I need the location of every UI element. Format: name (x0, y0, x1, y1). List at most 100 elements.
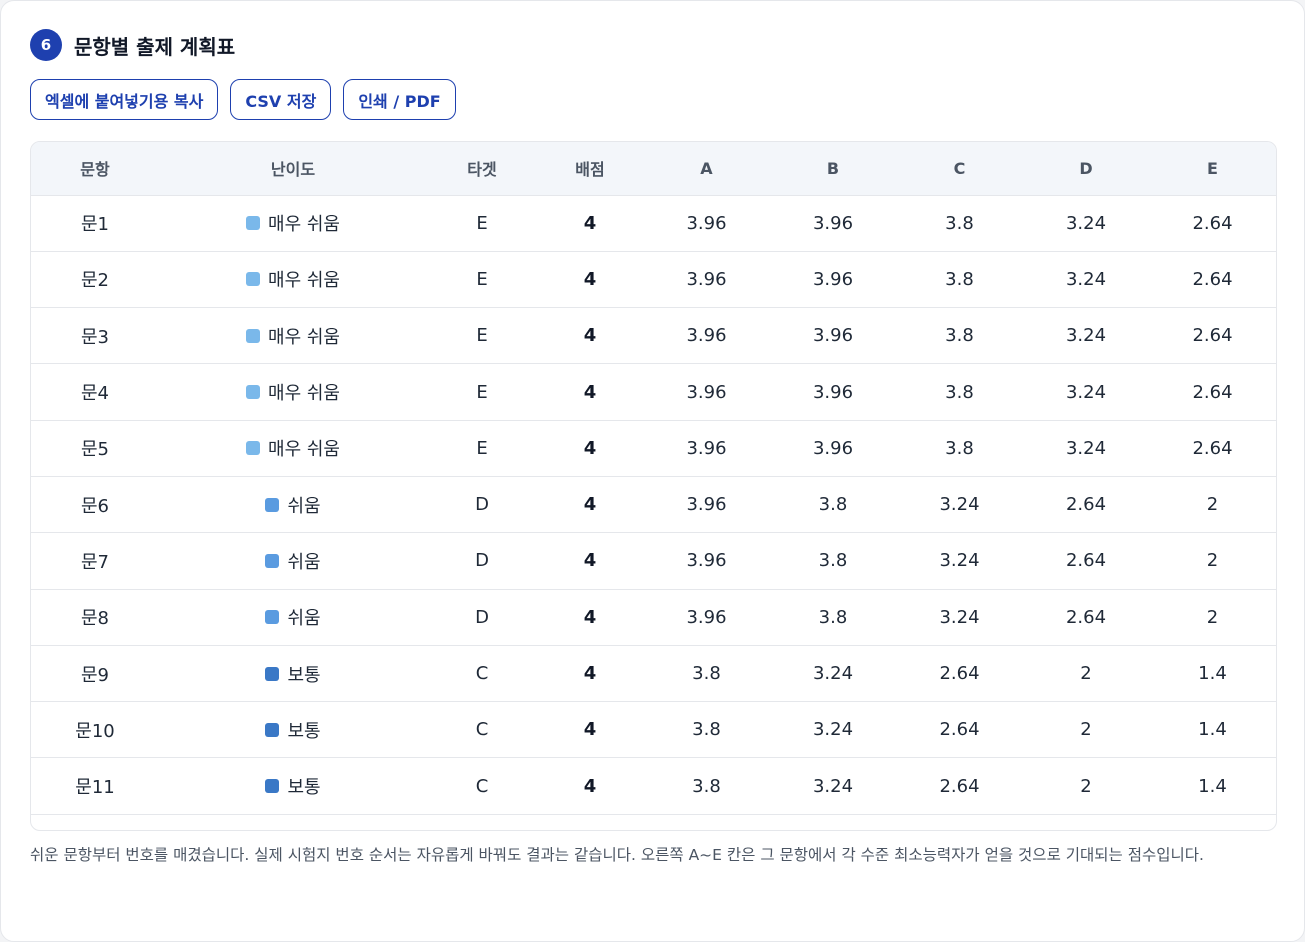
difficulty-label: 매우 쉬움 (246, 435, 340, 461)
level-c-cell: 3.8 (945, 212, 974, 234)
plan-table-container[interactable]: 문항 난이도 타겟 배점 A B C D E 문1 매우 쉬움 E 4 3.96 3.96 3.8 3.24 2… (30, 141, 1277, 831)
difficulty-text: 쉬움 (287, 551, 321, 573)
item-cell: 문6 (80, 495, 109, 517)
level-e-cell: 2.64 (1192, 212, 1233, 234)
table-row: 문4 매우 쉬움 E 4 3.96 3.96 3.8 3.24 2.64 (31, 364, 1276, 421)
score-cell: 4 (583, 268, 597, 290)
level-a-cell: 3.96 (686, 437, 727, 459)
target-cell: D (475, 606, 489, 628)
copy-for-excel-button[interactable]: 엑셀에 붙여넣기용 복사 (30, 79, 219, 120)
difficulty-label: 매우 쉬움 (246, 323, 340, 349)
table-header-row: 문항 난이도 타겟 배점 A B C D E (31, 142, 1276, 196)
section-title: 문항별 출제 계획표 (74, 34, 236, 59)
level-d-cell: 2.64 (1065, 606, 1107, 628)
difficulty-cell: 보통 (159, 702, 427, 758)
level-b-cell: 3.96 (812, 381, 854, 403)
col-target-header: 타겟 (427, 142, 537, 196)
col-d-header: D (1023, 142, 1149, 196)
level-d-cell: 3.24 (1065, 212, 1107, 234)
level-a-cell: 3.96 (686, 325, 727, 347)
level-c-cell: 3.8 (945, 325, 974, 347)
level-b-cell: 3.96 (812, 437, 854, 459)
level-e-cell: 2.64 (1192, 325, 1233, 347)
item-cell: 문1 (80, 214, 109, 236)
score-cell: 4 (583, 719, 597, 741)
target-cell: D (475, 550, 489, 572)
col-a-header: A (643, 142, 770, 196)
difficulty-swatch-icon (265, 610, 280, 625)
item-cell: 문7 (80, 551, 109, 573)
level-a-cell: 3.96 (686, 494, 727, 516)
target-cell: E (476, 325, 488, 347)
level-d-cell: 3.24 (1065, 437, 1107, 459)
level-b-cell: 3.96 (812, 268, 854, 290)
level-c-cell: 3.24 (939, 494, 980, 516)
level-a-cell: 3.8 (692, 663, 721, 685)
level-d-cell: 2 (1080, 719, 1092, 741)
table-row: 문7 쉬움 D 4 3.96 3.8 3.24 2.64 2 (31, 533, 1276, 590)
difficulty-label: 보통 (265, 717, 321, 743)
difficulty-cell: 보통 (159, 645, 427, 701)
level-b-cell: 3.24 (812, 663, 854, 685)
table-row: 문1 매우 쉬움 E 4 3.96 3.96 3.8 3.24 2.64 (31, 195, 1276, 252)
item-cell: 문3 (80, 326, 109, 348)
score-cell: 4 (583, 550, 597, 572)
difficulty-swatch-icon (246, 328, 261, 343)
level-b-cell: 3.8 (818, 550, 848, 572)
item-cell: 문8 (80, 608, 109, 630)
difficulty-swatch-icon (265, 497, 280, 512)
level-a-cell: 3.8 (692, 719, 721, 741)
difficulty-cell: 매우 쉬움 (159, 364, 427, 420)
difficulty-text: 보통 (287, 720, 321, 742)
table-row: 문6 쉬움 D 4 3.96 3.8 3.24 2.64 2 (31, 476, 1276, 533)
difficulty-text: 매우 쉬움 (268, 383, 340, 405)
level-d-cell: 3.24 (1065, 268, 1107, 290)
difficulty-cell: 쉬움 (159, 476, 427, 532)
difficulty-text: 매우 쉬움 (268, 214, 340, 236)
level-c-cell: 3.24 (939, 550, 980, 572)
level-e-cell: 1.4 (1198, 775, 1227, 797)
level-d-cell: 2 (1080, 663, 1092, 685)
difficulty-cell: 보통 (159, 758, 427, 814)
print-pdf-button[interactable]: 인쇄 / PDF (343, 79, 456, 120)
table-row: 문2 매우 쉬움 E 4 3.96 3.96 3.8 3.24 2.64 (31, 251, 1276, 308)
table-row: 문10 보통 C 4 3.8 3.24 2.64 2 1.4 (31, 702, 1276, 758)
level-d-cell: 2 (1080, 775, 1092, 797)
level-a-cell: 3.96 (686, 212, 727, 234)
csv-save-button[interactable]: CSV 저장 (230, 79, 332, 120)
target-cell: C (475, 663, 489, 685)
difficulty-label: 쉬움 (265, 604, 321, 630)
col-c-header: C (896, 142, 1023, 196)
col-e-header: E (1149, 142, 1276, 196)
difficulty-text: 매우 쉬움 (268, 439, 340, 461)
difficulty-cell: 매우 쉬움 (159, 195, 427, 251)
step-badge: 6 (30, 29, 62, 61)
level-b-cell: 3.96 (812, 325, 854, 347)
difficulty-swatch-icon (246, 216, 261, 231)
item-cell: 문4 (80, 383, 109, 405)
difficulty-text: 쉬움 (287, 495, 321, 517)
level-b-cell: 3.8 (818, 494, 848, 516)
level-d-cell: 3.24 (1065, 325, 1107, 347)
level-e-cell: 2 (1206, 606, 1219, 628)
target-cell: E (476, 437, 488, 459)
level-e-cell: 2.64 (1192, 268, 1233, 290)
difficulty-swatch-icon (246, 272, 261, 287)
difficulty-cell: 매우 쉬움 (159, 420, 427, 476)
target-cell: E (476, 212, 488, 234)
difficulty-swatch-icon (265, 722, 280, 737)
target-cell: C (475, 719, 489, 741)
difficulty-label: 매우 쉬움 (246, 210, 340, 236)
level-c-cell: 2.64 (939, 775, 980, 797)
item-cell: 문10 (75, 720, 115, 742)
level-e-cell: 2.64 (1192, 437, 1233, 459)
difficulty-cell: 매우 쉬움 (159, 251, 427, 307)
target-cell: E (476, 381, 488, 403)
difficulty-swatch-icon (265, 666, 280, 681)
level-c-cell: 3.8 (945, 437, 974, 459)
difficulty-text: 쉬움 (287, 608, 321, 630)
difficulty-label: 쉬움 (265, 492, 321, 518)
col-b-header: B (770, 142, 896, 196)
level-c-cell: 2.64 (939, 663, 980, 685)
difficulty-swatch-icon (265, 553, 280, 568)
